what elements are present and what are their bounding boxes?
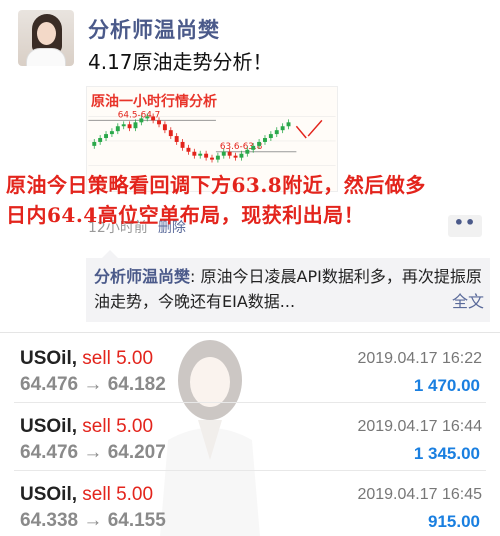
trade-row[interactable]: USOil, sell 5.00 64.338 → 64.155 2019.04… [0,472,500,536]
trade-symbol: USOil, sell 5.00 [20,484,154,505]
trade-prices: 64.476 → 64.207 [20,442,166,463]
trade-side: sell 5.00 [82,416,154,437]
trade-row[interactable]: USOil, sell 5.00 64.476 → 64.182 2019.04… [0,336,500,400]
trade-profit: 1 345.00 [413,444,480,463]
trade-profit: 915.00 [428,512,480,531]
trade-prices: 64.338 → 64.155 [20,510,166,531]
trade-separator [14,470,486,471]
trade-time: 2019.04.17 16:44 [357,418,482,435]
trade-side: sell 5.00 [82,348,154,369]
trade-prices: 64.476 → 64.182 [20,374,166,395]
strategy-overlay: 原油今日策略看回调下方63.8附近，然后做多 日内64.4高位空单布局，现获利出… [6,170,500,230]
trade-row[interactable]: USOil, sell 5.00 64.476 → 64.207 2019.04… [0,404,500,468]
trade-list: USOil, sell 5.00 64.476 → 64.182 2019.04… [0,0,500,536]
overlay-line-1: 原油今日策略看回调下方63.8附近，然后做多 [6,173,426,197]
trade-symbol: USOil, sell 5.00 [20,348,154,369]
overlay-line-2: 日内64.4高位空单布局，现获利出局！ [6,203,365,227]
trade-side: sell 5.00 [82,484,154,505]
trade-time: 2019.04.17 16:45 [357,486,482,503]
trade-symbol: USOil, sell 5.00 [20,416,154,437]
trade-time: 2019.04.17 16:22 [357,350,482,367]
trade-profit: 1 470.00 [413,376,480,395]
trade-separator [14,402,486,403]
